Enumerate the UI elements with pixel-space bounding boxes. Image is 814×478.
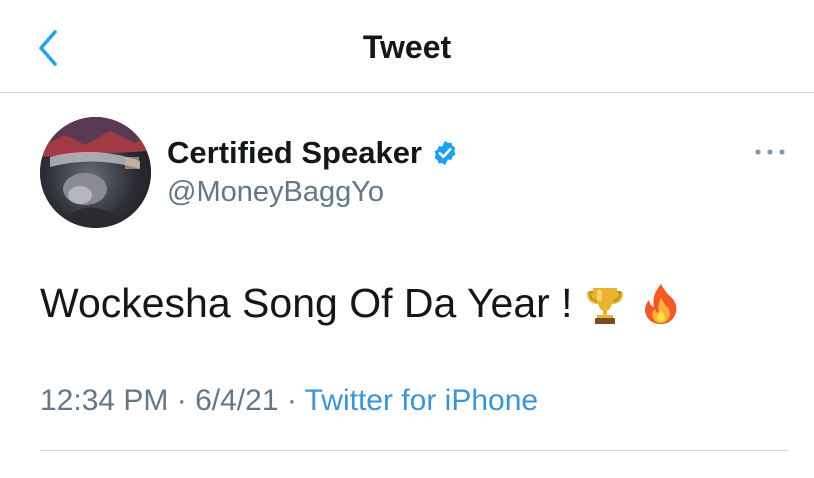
tweet-time: 12:34 PM bbox=[40, 384, 169, 417]
top-bar: Tweet bbox=[0, 0, 814, 93]
more-horizontal-icon bbox=[755, 149, 785, 155]
verified-badge-icon bbox=[434, 140, 456, 166]
tweet-body: Wockesha Song Of Da Year ! bbox=[40, 280, 683, 327]
divider bbox=[40, 450, 788, 451]
author-name-row: Certified Speaker bbox=[167, 133, 459, 173]
page-title: Tweet bbox=[362, 29, 452, 65]
meta-separator: · bbox=[168, 384, 196, 417]
tweet-date: 6/4/21 bbox=[195, 384, 279, 417]
tweet-meta: 12:34 PM · 6/4/21 · Twitter for iPhone bbox=[40, 384, 538, 418]
avatar-photo bbox=[40, 117, 151, 228]
tweet-text: Wockesha Song Of Da Year ! bbox=[40, 280, 573, 326]
fire-emoji bbox=[644, 283, 677, 324]
avatar[interactable] bbox=[40, 117, 151, 228]
display-name[interactable]: Certified Speaker bbox=[167, 135, 422, 171]
tweet-source-link[interactable]: Twitter for iPhone bbox=[305, 384, 538, 417]
more-options-button[interactable] bbox=[750, 140, 790, 164]
trophy-emoji bbox=[586, 287, 623, 324]
handle[interactable]: @MoneyBaggYo bbox=[167, 176, 384, 209]
meta-separator: · bbox=[278, 384, 305, 417]
